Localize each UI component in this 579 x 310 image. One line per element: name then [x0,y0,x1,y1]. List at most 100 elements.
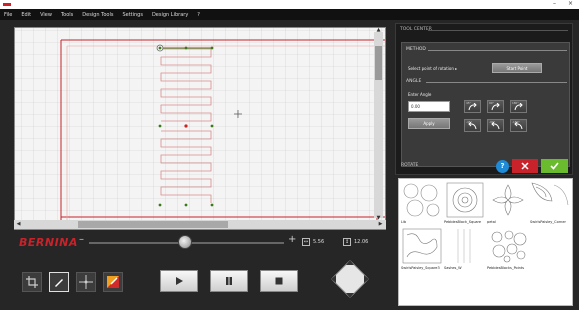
menu-edit[interactable]: Edit [21,12,31,18]
menu-help[interactable]: ? [197,12,200,18]
design-name: Sashes_W [444,266,462,270]
start-point-button[interactable]: Start Point [492,63,542,73]
nudge-pad[interactable] [327,256,373,302]
menu-design-tools[interactable]: Design Tools [82,12,113,18]
center-node[interactable] [184,124,188,128]
design-thumbnail [403,183,440,217]
width-icon: ↔ [302,237,310,246]
vertical-scrollbar[interactable]: ▲ ▼ [374,27,383,221]
nudge-down-icon[interactable] [346,293,354,298]
design-thumbnail [491,230,527,263]
design-canvas[interactable] [14,27,386,230]
horizontal-scrollbar[interactable]: ◀ ▶ [14,220,386,229]
menu-design-library[interactable]: Design Library [152,12,188,18]
design-name: Lib [401,220,407,224]
horizontal-scroll-thumb[interactable] [78,221,228,228]
nudge-right-icon[interactable] [364,275,369,283]
crop-icon [26,276,38,288]
close-button[interactable]: × [568,0,573,8]
play-icon [176,277,183,285]
enter-angle-label: Enter Angle [408,92,432,97]
zoom-in-button[interactable]: + [288,234,296,245]
design-name: petal [487,220,496,224]
nudge-up-icon[interactable] [346,260,354,265]
design-library-panel: Lib PebblesBlock_Square petal SwirlsPais… [398,178,573,306]
angle-input[interactable]: 0.00 [408,101,450,112]
vertical-scroll-thumb[interactable] [375,46,382,80]
help-button[interactable]: ? [496,160,509,173]
handle-node[interactable] [184,203,188,207]
minimize-button[interactable]: – [553,0,556,8]
menu-file[interactable]: File [4,12,12,18]
handle-node[interactable] [158,203,162,207]
handle-node[interactable] [158,124,162,128]
handle-node[interactable] [210,46,214,50]
rotate-ccw-90-button[interactable]: 90° [487,100,504,113]
angle-heading: ANGLE [406,79,422,84]
close-icon [521,162,529,170]
cancel-button[interactable] [512,159,538,173]
menu-view[interactable]: View [40,12,52,18]
pause-button[interactable] [210,270,248,292]
scroll-left-icon[interactable]: ◀ [14,220,23,229]
library-item[interactable]: Sashes_W [444,227,486,273]
zoom-out-button[interactable]: – [79,234,84,245]
library-item[interactable]: SwirlsPaisley_Corner [530,181,572,227]
rotate-cw-90-button[interactable]: -90° [487,119,504,132]
rotate-cw-45-button[interactable]: -45° [464,119,481,132]
rotate-ccw-180-button[interactable]: 180° [510,100,527,113]
design-thumbnail [531,182,569,206]
stop-button[interactable] [260,270,298,292]
handle-node[interactable] [184,46,188,50]
width-readout: ↔ 5.56 [302,236,324,247]
pause-icon [226,277,232,285]
height-readout: ↕ 12.06 [343,236,368,247]
handle-node[interactable] [210,203,214,207]
library-item[interactable]: PebblesBlock_Square [444,181,486,227]
design-name: PebblesBlocks_Points [487,266,525,270]
scroll-right-icon[interactable]: ▶ [376,220,385,229]
height-icon: ↕ [343,237,351,246]
rotate-ccw-45-button[interactable]: 45° [464,100,481,113]
pencil-icon [55,279,63,287]
handle-node[interactable] [210,124,214,128]
app-logo [3,3,11,6]
design-thumbnail [402,228,442,264]
stitch-canvas-svg[interactable] [15,28,386,230]
rotate-cw-45-label: -45° [466,120,472,124]
method-heading: METHOD [406,47,426,52]
divider [428,30,568,31]
design-thumbnail [446,182,484,218]
design-name: PebblesBlock_Square [444,220,482,224]
library-item[interactable]: SwirlsPaisley_Square3 [401,227,443,273]
menu-tools[interactable]: Tools [61,12,73,18]
rotate-cw-180-label: -180° [512,120,520,124]
handle-node[interactable] [158,46,162,50]
rotate-cw-180-button[interactable]: -180° [510,119,527,132]
scroll-up-icon[interactable]: ▲ [374,26,383,35]
color-tool-button[interactable] [103,272,123,292]
design-name: SwirlsPaisley_Corner [530,220,566,224]
crop-tool-button[interactable] [22,272,42,292]
divider [428,50,567,51]
ok-button[interactable] [541,159,568,173]
zoom-slider-handle[interactable] [178,235,192,249]
width-value: 5.56 [313,238,325,245]
rotate-ccw-45-label: 45° [466,101,471,105]
library-item[interactable]: Lib [401,181,443,227]
rotate-cw-90-label: -90° [489,120,495,124]
grid [15,28,385,229]
design-thumbnail [492,184,524,216]
design-thumbnail [457,229,471,263]
apply-button[interactable]: Apply [408,118,450,129]
menu-settings[interactable]: Settings [122,12,143,18]
rotate-ccw-90-label: 90° [489,101,494,105]
library-item[interactable]: petal [487,181,529,227]
nudge-left-icon[interactable] [331,275,336,283]
library-item[interactable]: PebblesBlocks_Points [487,227,529,273]
play-button[interactable] [160,270,198,292]
draw-tool-button[interactable] [49,272,69,292]
height-value: 12.06 [354,238,369,245]
node-tool-button[interactable] [76,272,96,292]
color-palette-icon [107,276,119,288]
